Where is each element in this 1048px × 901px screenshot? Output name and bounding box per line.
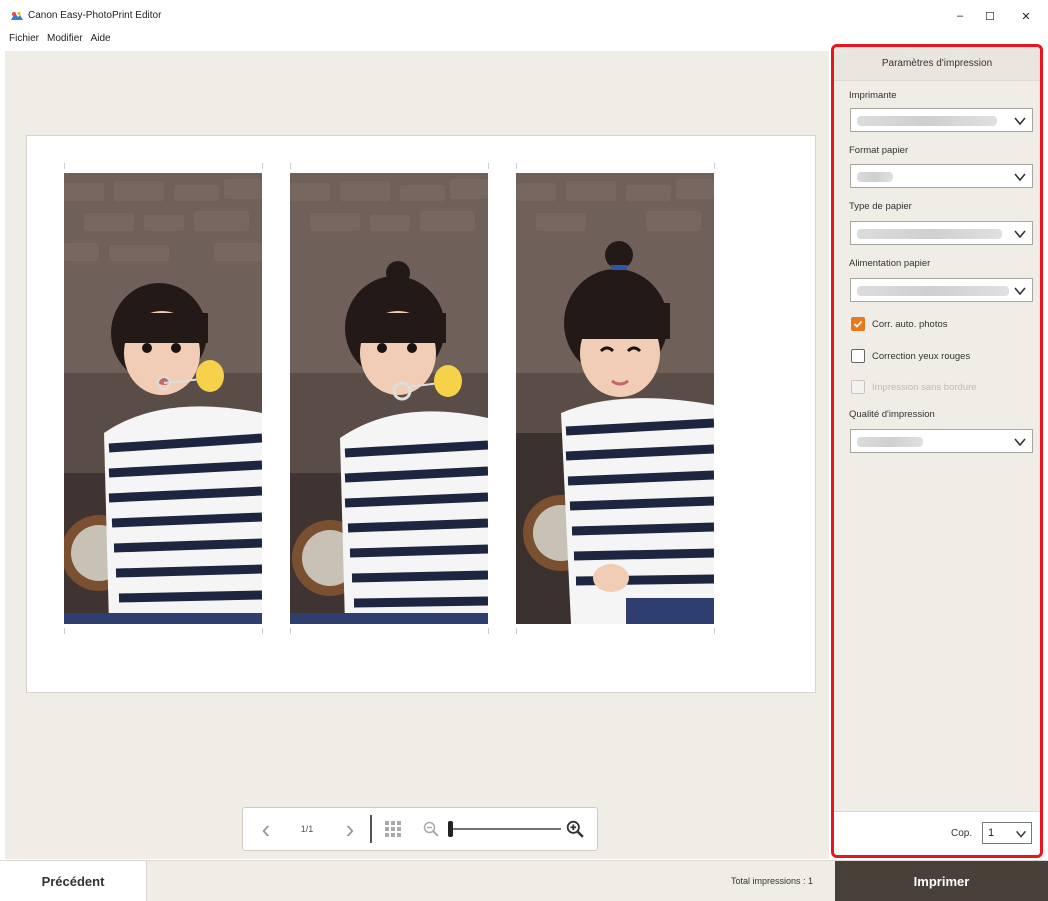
- close-button[interactable]: ✕: [1006, 4, 1046, 28]
- zoom-in-icon[interactable]: [563, 808, 587, 850]
- grid-view-icon[interactable]: [379, 808, 407, 850]
- print-button[interactable]: Imprimer: [835, 861, 1048, 901]
- photo-girl-smiling-icon: [516, 173, 714, 624]
- borderless-option: Impression sans bordure: [851, 380, 977, 394]
- panel-title: Paramètres d'impression: [834, 47, 1040, 81]
- paper-size-label: Format papier: [849, 145, 909, 156]
- total-prints: Total impressions : 1: [731, 876, 814, 886]
- menu-help[interactable]: Aide: [91, 33, 111, 49]
- auto-correct-label: Corr. auto. photos: [872, 318, 948, 330]
- paper-type-select[interactable]: [850, 221, 1033, 245]
- previous-page-button[interactable]: ‹: [253, 808, 279, 850]
- copies-value: 1: [988, 827, 995, 839]
- preview-toolbar: ‹ 1/1 ›: [242, 807, 598, 851]
- photo-girl-bubble-1-icon: [64, 173, 262, 624]
- next-page-button[interactable]: ›: [337, 808, 363, 850]
- preview-workspace: ‹ 1/1 ›: [5, 51, 829, 859]
- chevron-down-icon: [1014, 287, 1026, 296]
- printer-select[interactable]: [850, 108, 1033, 132]
- menu-edit[interactable]: Modifier: [47, 33, 83, 49]
- maximize-button[interactable]: ☐: [970, 4, 1010, 28]
- print-preview-sheet: [26, 135, 816, 693]
- title-bar: Canon Easy-PhotoPrint Editor – ☐ ✕: [0, 0, 1048, 30]
- previous-button[interactable]: Précédent: [0, 861, 147, 901]
- zoom-out-icon[interactable]: [419, 808, 443, 850]
- chevron-down-icon: [1014, 438, 1026, 447]
- chevron-down-icon: [1014, 230, 1026, 239]
- print-settings-panel: Paramètres d'impression Imprimante Forma…: [831, 44, 1043, 858]
- auto-correct-option[interactable]: Corr. auto. photos: [851, 317, 948, 331]
- page-indicator: 1/1: [300, 824, 314, 834]
- zoom-slider[interactable]: [445, 808, 565, 850]
- chevron-down-icon: [1016, 830, 1026, 838]
- red-eye-option[interactable]: Correction yeux rouges: [851, 349, 970, 363]
- red-eye-label: Correction yeux rouges: [872, 350, 971, 362]
- quality-select[interactable]: [850, 429, 1033, 453]
- printer-label: Imprimante: [849, 90, 897, 101]
- checkmark-icon: [853, 320, 863, 328]
- copies-select[interactable]: 1: [982, 822, 1032, 844]
- copies-label: Cop.: [951, 828, 973, 839]
- photo-3[interactable]: [516, 173, 714, 624]
- borderless-label: Impression sans bordure: [872, 381, 977, 393]
- red-eye-checkbox[interactable]: [851, 349, 865, 363]
- paper-type-label: Type de papier: [849, 201, 912, 212]
- paper-size-select[interactable]: [850, 164, 1033, 188]
- bottom-bar: Précédent Total impressions : 1 Imprimer: [0, 860, 1048, 901]
- panel-footer: Cop. 1: [834, 811, 1040, 855]
- paper-source-select[interactable]: [850, 278, 1033, 302]
- chevron-down-icon: [1014, 173, 1026, 182]
- auto-correct-checkbox[interactable]: [851, 317, 865, 331]
- app-logo-icon: [11, 11, 23, 20]
- quality-label: Qualité d'impression: [849, 409, 935, 420]
- photo-1[interactable]: [64, 173, 262, 624]
- window-title: Canon Easy-PhotoPrint Editor: [28, 10, 162, 21]
- paper-source-label: Alimentation papier: [849, 258, 931, 269]
- menu-file[interactable]: Fichier: [9, 33, 39, 49]
- photo-girl-bubble-2-icon: [290, 173, 488, 624]
- photo-2[interactable]: [290, 173, 488, 624]
- borderless-checkbox: [851, 380, 865, 394]
- chevron-down-icon: [1014, 117, 1026, 126]
